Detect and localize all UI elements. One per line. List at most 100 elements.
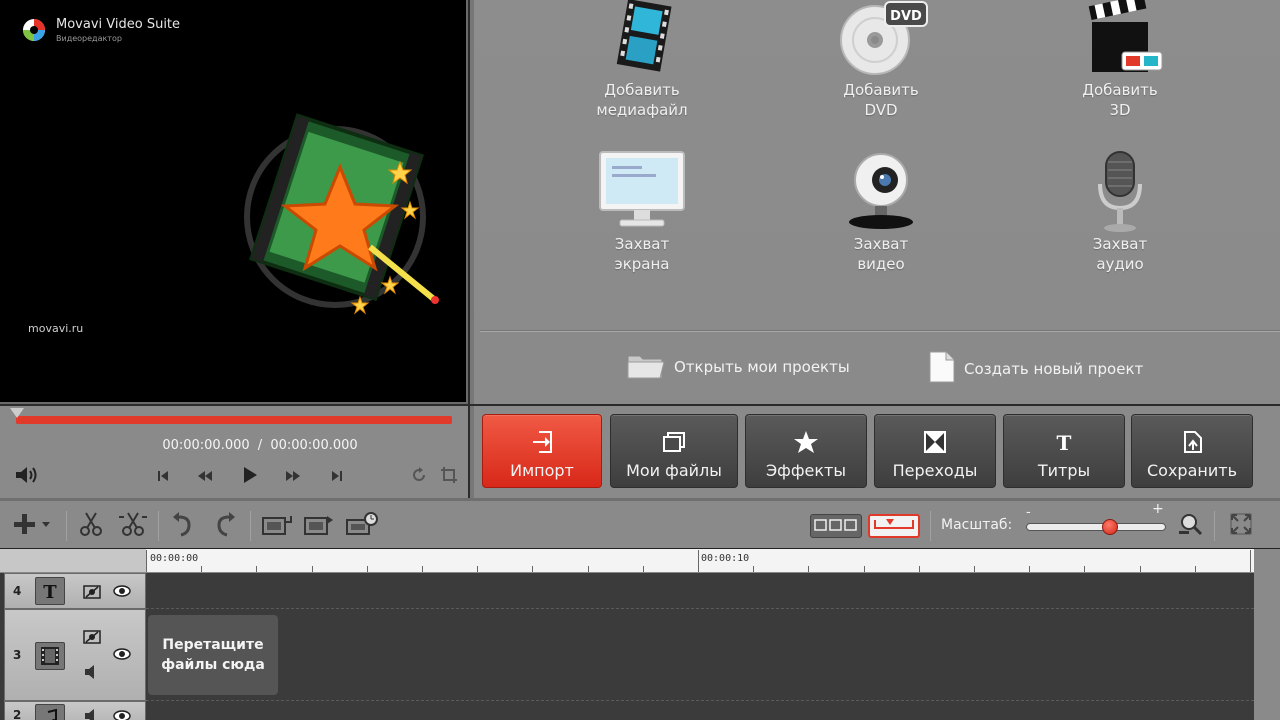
timecode-separator: /: [257, 438, 263, 453]
ruler-tick: [532, 566, 534, 572]
capture-video-button[interactable]: Захват видео: [791, 150, 971, 274]
rewind-icon: [196, 468, 214, 487]
crop-button[interactable]: [434, 462, 464, 492]
fullscreen-button[interactable]: [1226, 511, 1256, 541]
timeline-toolbar: Масштаб: - +: [0, 498, 1280, 548]
timeline-view-toggle[interactable]: [868, 514, 920, 538]
play-button[interactable]: [235, 462, 265, 492]
webcam-icon: [833, 150, 929, 234]
ruler-tick: [477, 566, 479, 572]
tab-label: Эффекты: [766, 461, 846, 480]
storyboard-view-toggle[interactable]: [810, 514, 862, 538]
clip-export-icon: [303, 512, 335, 540]
total-time: 00:00:00.000: [270, 438, 358, 453]
track-lock-icon[interactable]: [81, 581, 103, 601]
playhead-marker[interactable]: [10, 408, 24, 418]
play-icon: [241, 465, 259, 489]
track-lock-icon[interactable]: [81, 626, 103, 646]
volume-button[interactable]: [12, 462, 42, 492]
playback-progress-fill: [16, 416, 452, 424]
clip-properties-button[interactable]: [260, 511, 294, 541]
tab-titles[interactable]: T Титры: [1003, 414, 1125, 488]
ruler-tick: [1029, 566, 1031, 572]
clip-clock-icon: [345, 512, 379, 540]
expand-icon: [1229, 512, 1253, 540]
add-media-file-button[interactable]: Добавить медиафайл: [552, 0, 732, 120]
track-visibility-eye-icon[interactable]: [111, 581, 133, 601]
transition-icon: [875, 427, 995, 457]
clip-speed-button[interactable]: [344, 511, 380, 541]
track-mute-speaker-icon[interactable]: [81, 662, 103, 682]
playback-progress-track[interactable]: [16, 416, 452, 424]
go-to-start-button[interactable]: [148, 462, 178, 492]
go-to-end-button[interactable]: [322, 462, 352, 492]
track-lane-2[interactable]: [146, 701, 1254, 720]
drop-hint-line1: Перетащите: [162, 637, 264, 653]
ruler-label-mid: 00:00:10: [701, 553, 750, 564]
zoom-slider[interactable]: [1026, 519, 1166, 535]
video-preview: Movavi Video Suite Видеоредактор movavi.…: [0, 0, 468, 404]
add-3d-button[interactable]: Добавить 3D: [1030, 0, 1210, 120]
split-button[interactable]: [76, 511, 106, 541]
rotate-left-button[interactable]: [168, 511, 198, 541]
track-visibility-eye-icon[interactable]: [111, 644, 133, 664]
add-dvd-button[interactable]: DVD Добавить DVD: [791, 0, 971, 120]
ruler-label-start: 00:00:00: [150, 553, 199, 564]
track-header-2: 2: [4, 701, 146, 720]
rewind-button[interactable]: [190, 462, 220, 492]
magic-wand-star-icon: [240, 112, 450, 322]
tab-my-files[interactable]: Мои файлы: [610, 414, 738, 488]
open-projects-link[interactable]: Открыть мои проекты: [626, 350, 850, 384]
new-project-label: Создать новый проект: [964, 360, 1144, 378]
fast-forward-button[interactable]: [278, 462, 308, 492]
ruler-tick: [698, 550, 699, 572]
track-visibility-eye-icon[interactable]: [111, 706, 133, 720]
tile-label-line2: аудио: [1096, 255, 1144, 273]
ruler-tick: [256, 566, 258, 572]
playback-controls: 00:00:00.000 / 00:00:00.000: [0, 406, 468, 498]
new-project-link[interactable]: Создать новый проект: [926, 350, 1143, 388]
tab-effects[interactable]: Эффекты: [745, 414, 867, 488]
track-mute-speaker-icon[interactable]: [81, 706, 103, 720]
crop-icon: [440, 466, 458, 488]
track-lane-4[interactable]: [146, 573, 1254, 609]
timeline-view-icon: [872, 516, 916, 536]
film-track-icon: [35, 642, 65, 670]
scissors-cut-icon: [118, 511, 148, 541]
tab-transitions[interactable]: Переходы: [874, 414, 996, 488]
drop-files-hint[interactable]: Перетащите файлы сюда: [148, 615, 278, 695]
timeline: 00:00:00 00:00:10 4 T 3 2 Перетащите фай…: [0, 548, 1280, 720]
tab-save[interactable]: Сохранить: [1131, 414, 1253, 488]
toolbar-separator: [158, 511, 159, 541]
rotate-left-icon: [171, 511, 195, 541]
track-header-4: 4 T: [4, 573, 146, 609]
svg-text:T: T: [43, 582, 57, 601]
zoom-fit-button[interactable]: [1176, 511, 1206, 541]
tile-label-line1: Добавить: [843, 81, 919, 99]
rotate-right-icon: [213, 511, 237, 541]
capture-screen-button[interactable]: Захват экрана: [552, 150, 732, 274]
scissors-icon: [78, 511, 104, 541]
timeline-scrollbar[interactable]: [1254, 549, 1280, 720]
tab-label: Титры: [1037, 461, 1091, 480]
ruler-tick: [918, 566, 920, 572]
time-ruler[interactable]: 00:00:00 00:00:10: [146, 549, 1258, 573]
dvd-disc-icon: DVD: [833, 0, 929, 80]
fast-forward-icon: [284, 468, 302, 487]
capture-audio-button[interactable]: Захват аудио: [1030, 150, 1210, 274]
clapperboard-3d-icon: [1072, 0, 1168, 80]
track-lane-3[interactable]: [146, 609, 1254, 701]
tab-import[interactable]: Импорт: [482, 414, 602, 488]
add-button[interactable]: [12, 511, 54, 541]
track-headers: 4 T 3 2: [4, 573, 146, 720]
current-time: 00:00:00.000: [162, 438, 250, 453]
export-clip-button[interactable]: [302, 511, 336, 541]
cut-button[interactable]: [118, 511, 148, 541]
tile-label-line1: Захват: [1092, 235, 1148, 253]
zoom-slider-knob[interactable]: [1101, 519, 1118, 535]
rotate-right-button[interactable]: [210, 511, 240, 541]
ruler-tick: [808, 566, 810, 572]
ruler-tick: [753, 566, 755, 572]
loop-button[interactable]: [404, 462, 434, 492]
tile-label-line1: Добавить: [1082, 81, 1158, 99]
